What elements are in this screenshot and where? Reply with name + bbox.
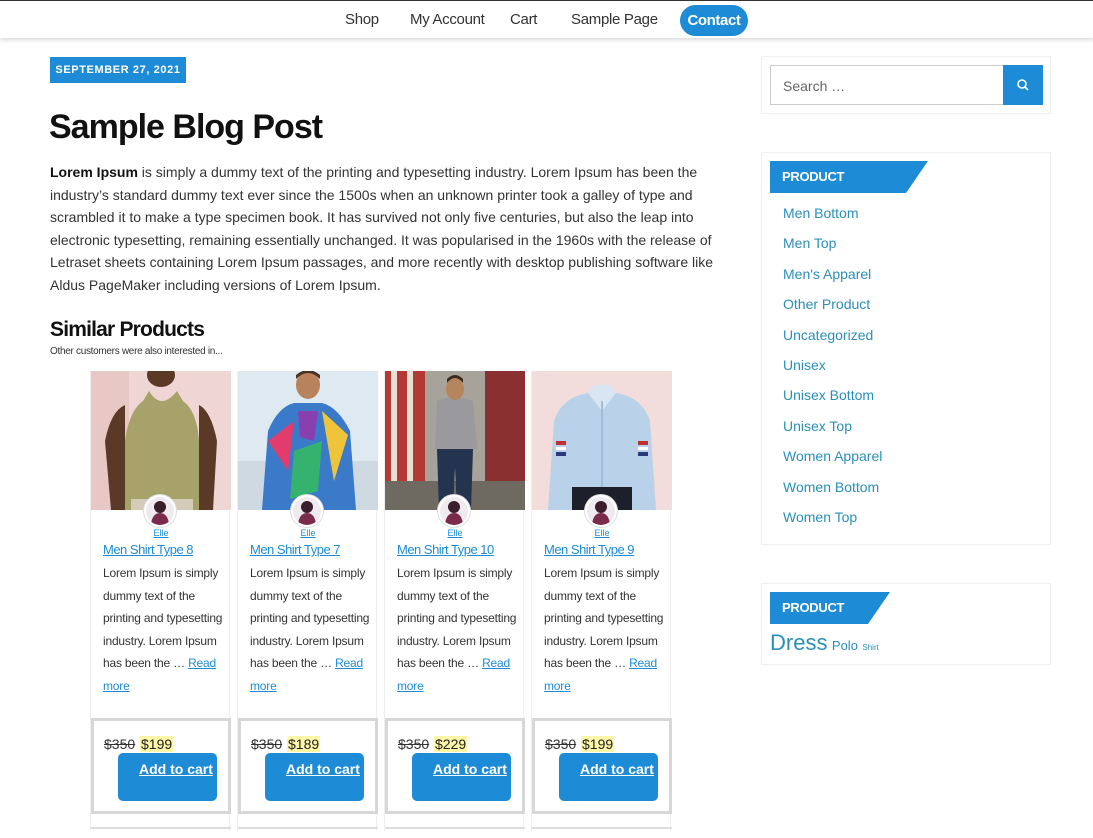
product-description-text: Lorem Ipsum is simply dummy text of the … (397, 566, 517, 671)
add-to-cart-button[interactable]: Add to cart (265, 753, 364, 801)
original-price: $350 (251, 736, 283, 752)
add-to-cart-button[interactable]: Add to cart (412, 753, 511, 801)
nav-link-shop[interactable]: Shop (345, 11, 379, 28)
top-navigation: Shop My Account Cart Sample Page Contact (0, 0, 1093, 38)
tag-link-shirt[interactable]: Shirt (862, 643, 878, 652)
category-link-unisex-bottom[interactable]: Unisex Bottom (783, 385, 882, 415)
nav-link-my-account[interactable]: My Account (410, 11, 485, 28)
price-box: $350 $199 Add to cart (91, 718, 231, 814)
post-date-badge[interactable]: SEPTEMBER 27, 2021 (50, 57, 186, 83)
product-card: Elle Men Shirt Type 8 Lorem Ipsum is sim… (90, 371, 231, 831)
product-card: Elle Men Shirt Type 10 Lorem Ipsum is si… (384, 371, 525, 831)
card-divider (91, 827, 231, 831)
author-avatar[interactable] (291, 495, 323, 527)
post-body-text: is simply a dummy text of the printing a… (50, 164, 714, 293)
similar-products-subtitle: Other customers were also interested in.… (50, 346, 223, 357)
category-link-mens-apparel[interactable]: Men's Apparel (783, 264, 882, 294)
product-card: Elle Men Shirt Type 7 Lorem Ipsum is sim… (237, 371, 378, 831)
product-image[interactable] (91, 371, 231, 510)
author-link[interactable]: Elle (532, 528, 672, 538)
product-categories-widget: PRODUCT CATEGORIES Men Bottom Men Top Me… (761, 152, 1051, 545)
add-to-cart-button[interactable]: Add to cart (118, 753, 217, 801)
post-body-bold: Lorem Ipsum (50, 164, 138, 180)
original-price: $350 (104, 736, 136, 752)
similar-products-heading: Similar Products (50, 318, 205, 341)
tag-cloud: Dress Polo Shirt (770, 630, 879, 656)
category-link-women-apparel[interactable]: Women Apparel (783, 446, 882, 476)
nav-contact-button[interactable]: Contact (680, 5, 748, 36)
sale-price: $199 (581, 736, 615, 752)
category-link-men-top[interactable]: Men Top (783, 233, 882, 263)
product-description: Lorem Ipsum is simply dummy text of the … (544, 562, 668, 698)
card-divider (385, 827, 525, 831)
product-name-link[interactable]: Men Shirt Type 8 (103, 542, 194, 557)
product-categories-heading: PRODUCT CATEGORIES (770, 161, 928, 216)
original-price: $350 (398, 736, 430, 752)
author-link[interactable]: Elle (238, 528, 378, 538)
price-box: $350 $199 Add to cart (532, 718, 672, 814)
product-tags-widget: PRODUCT TAGS Dress Polo Shirt (761, 583, 1051, 665)
sale-price: $199 (140, 736, 174, 752)
product-description-text: Lorem Ipsum is simply dummy text of the … (250, 566, 370, 671)
category-link-women-bottom[interactable]: Women Bottom (783, 477, 882, 507)
original-price: $350 (545, 736, 577, 752)
price-box: $350 $229 Add to cart (385, 718, 525, 814)
category-link-other-product[interactable]: Other Product (783, 294, 882, 324)
product-name-link[interactable]: Men Shirt Type 7 (250, 542, 341, 557)
product-name-link[interactable]: Men Shirt Type 9 (544, 542, 635, 557)
category-link-women-top[interactable]: Women Top (783, 507, 882, 537)
card-divider (532, 827, 672, 831)
author-link[interactable]: Elle (385, 528, 525, 538)
product-description: Lorem Ipsum is simply dummy text of the … (103, 562, 227, 698)
price-box: $350 $189 Add to cart (238, 718, 378, 814)
search-button[interactable] (1003, 65, 1043, 105)
post-body: Lorem Ipsum is simply a dummy text of th… (50, 161, 722, 296)
add-to-cart-button[interactable]: Add to cart (559, 753, 658, 801)
product-image[interactable] (532, 371, 672, 510)
product-description: Lorem Ipsum is simply dummy text of the … (250, 562, 374, 698)
search-input[interactable]: Search … (770, 65, 1004, 105)
nav-link-cart[interactable]: Cart (510, 11, 537, 28)
category-link-men-bottom[interactable]: Men Bottom (783, 203, 882, 233)
author-avatar[interactable] (585, 495, 617, 527)
tag-link-polo[interactable]: Polo (832, 638, 858, 653)
product-image[interactable] (385, 371, 525, 510)
category-link-unisex[interactable]: Unisex (783, 355, 882, 385)
product-description: Lorem Ipsum is simply dummy text of the … (397, 562, 521, 698)
author-link[interactable]: Elle (91, 528, 231, 538)
author-avatar[interactable] (144, 495, 176, 527)
card-divider (238, 827, 378, 831)
search-widget: Search … (761, 56, 1051, 114)
post-title: Sample Blog Post (49, 108, 323, 146)
product-card: Elle Men Shirt Type 9 Lorem Ipsum is sim… (531, 371, 672, 831)
product-tags-heading: PRODUCT TAGS (770, 592, 890, 647)
category-link-uncategorized[interactable]: Uncategorized (783, 325, 882, 355)
product-name-link[interactable]: Men Shirt Type 10 (397, 542, 494, 557)
category-link-unisex-top[interactable]: Unisex Top (783, 416, 882, 446)
sale-price: $229 (434, 736, 468, 752)
search-icon (1017, 79, 1029, 91)
sale-price: $189 (287, 736, 321, 752)
nav-link-sample-page[interactable]: Sample Page (571, 11, 658, 28)
product-image[interactable] (238, 371, 378, 510)
tag-link-dress[interactable]: Dress (770, 630, 827, 655)
author-avatar[interactable] (438, 495, 470, 527)
product-description-text: Lorem Ipsum is simply dummy text of the … (103, 566, 223, 671)
product-description-text: Lorem Ipsum is simply dummy text of the … (544, 566, 664, 671)
category-list: Men Bottom Men Top Men's Apparel Other P… (783, 203, 882, 537)
